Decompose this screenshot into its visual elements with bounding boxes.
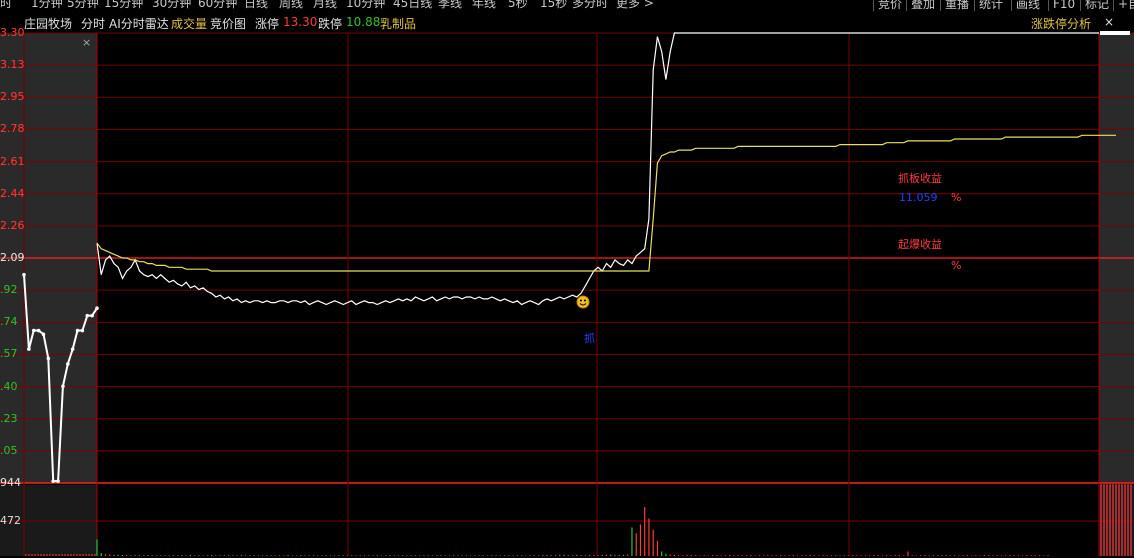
price-tick-label: .40 bbox=[0, 379, 18, 393]
burst-profit-label: 起爆收益 bbox=[898, 238, 942, 251]
price-tick-label: 2.95 bbox=[0, 90, 25, 104]
price-tick-label: .23 bbox=[0, 411, 18, 425]
smiley-icon bbox=[576, 295, 590, 309]
auction-price-point bbox=[70, 347, 75, 351]
limit-up-marker bbox=[1100, 31, 1130, 35]
price-tick-label: .05 bbox=[0, 443, 18, 457]
auction-price-point bbox=[90, 313, 94, 318]
volume-tick-label: 472 bbox=[0, 514, 21, 527]
auction-price-point bbox=[95, 306, 99, 311]
auction-price-point bbox=[66, 362, 70, 366]
auction-price-point bbox=[61, 384, 65, 389]
price-tick-label: .74 bbox=[0, 315, 18, 329]
grab-marker-label: 抓 bbox=[584, 332, 595, 345]
avg-price-line bbox=[96, 134, 1116, 272]
auction-price-point bbox=[27, 347, 31, 351]
auction-price-point bbox=[41, 332, 46, 337]
price-tick-label: 944 bbox=[0, 476, 21, 489]
price-line bbox=[96, 32, 1099, 306]
auction-price-point bbox=[36, 328, 41, 333]
auction-price-point bbox=[85, 313, 90, 318]
auction-price-point bbox=[56, 479, 60, 483]
smiley-eye bbox=[584, 299, 586, 302]
auction-price-point bbox=[22, 272, 26, 277]
auction-close-icon[interactable]: × bbox=[82, 36, 91, 49]
price-tick-label: .92 bbox=[0, 283, 18, 297]
burst-profit-percent: % bbox=[951, 259, 962, 272]
grab-profit-value: 11.059 bbox=[899, 191, 938, 204]
auction-price-point bbox=[75, 328, 80, 333]
auction-price-point bbox=[51, 479, 55, 483]
intraday-chart bbox=[0, 31, 1134, 556]
price-tick-label: .57 bbox=[0, 347, 18, 361]
grab-profit-label: 抓板收益 bbox=[898, 172, 942, 185]
smiley-eye bbox=[580, 299, 582, 302]
auction-price-point bbox=[46, 356, 51, 361]
price-tick-label: 3.13 bbox=[0, 58, 25, 72]
price-tick-label: 2.09 bbox=[0, 251, 25, 264]
price-tick-label: 2.44 bbox=[0, 186, 25, 200]
auction-price-point bbox=[31, 328, 36, 333]
auction-price-point bbox=[80, 328, 85, 333]
price-tick-label: 3.30 bbox=[0, 26, 25, 39]
price-tick-label: 2.78 bbox=[0, 122, 25, 136]
grab-profit-percent: % bbox=[951, 191, 962, 204]
price-tick-label: 2.26 bbox=[0, 218, 25, 232]
price-tick-label: 2.61 bbox=[0, 154, 25, 168]
